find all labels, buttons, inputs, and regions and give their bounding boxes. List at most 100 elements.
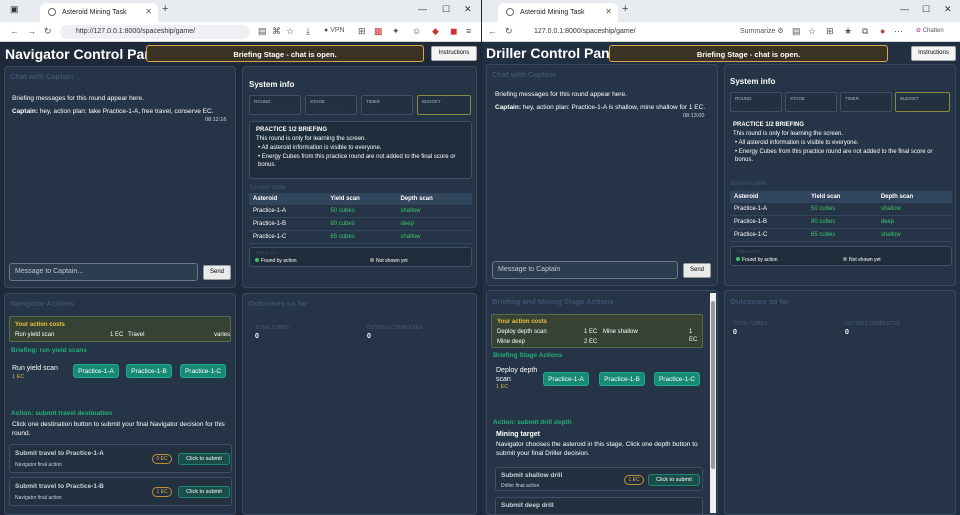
download-icon[interactable]: ⤓ — [306, 26, 310, 37]
depth-practice-1-b-button[interactable]: Practice-1-B — [599, 372, 645, 386]
page-title: Navigator Control Panel — [5, 46, 165, 62]
address-bar[interactable]: 127.0.0.1:8000/spaceship/game/ — [518, 25, 716, 39]
new-tab-icon[interactable]: + — [162, 3, 168, 15]
tab-title: Asteroid Mining Task — [62, 9, 127, 16]
submit-shallow-button[interactable]: Click to submit — [648, 474, 700, 486]
submit-travel-b[interactable]: Submit travel to Practice-1-B Navigator … — [9, 477, 232, 506]
send-button[interactable]: Send — [203, 265, 231, 280]
chat-input[interactable]: Message to Captain — [492, 261, 678, 279]
minimize-icon[interactable]: — — [418, 4, 427, 14]
scan-practice-1-b-button[interactable]: Practice-1-B — [126, 364, 172, 378]
page-header: Navigator Control Panel Briefing Stage -… — [0, 42, 481, 66]
bookmark-icon[interactable]: ☆ — [808, 26, 816, 37]
run-yield-label: Run yield scan — [12, 365, 58, 372]
col-yield: Yield scan — [326, 193, 397, 205]
addon2-icon[interactable]: ◼ — [450, 26, 457, 37]
instructions-button[interactable]: Instructions — [911, 46, 956, 61]
back-icon[interactable]: ← — [10, 26, 19, 36]
back-icon[interactable]: ← — [488, 26, 497, 36]
submit-shallow[interactable]: Submit shallow drill Driller final actio… — [495, 467, 703, 491]
scrollbar-thumb[interactable] — [711, 301, 715, 469]
maximize-icon[interactable]: ☐ — [922, 4, 930, 15]
summarize-button[interactable]: Summarize ⚙ — [740, 27, 784, 35]
stage-label: STAGE — [790, 96, 805, 101]
instructions-button[interactable]: Instructions — [431, 46, 477, 61]
scan-practice-1-c-button[interactable]: Practice-1-C — [180, 364, 226, 378]
close-tab-icon[interactable]: ✕ — [145, 7, 152, 16]
nav-bar: ← → ↻ http://127.0.0.1:8000/spaceship/ga… — [0, 22, 481, 42]
tab-bar: Asteroid Mining Task ✕ + — ☐ ✕ — [482, 0, 960, 22]
briefing-title: PRACTICE 1/2 BRIEFING — [256, 127, 328, 133]
translate-icon[interactable]: ⌘ — [272, 26, 281, 37]
tab-menu-icon[interactable]: ▣ — [10, 4, 19, 15]
close-tab-icon[interactable]: ✕ — [605, 7, 612, 16]
collections-icon[interactable]: ⧉ — [862, 26, 868, 37]
chat-title: Chat with Captain — [10, 72, 74, 81]
extensions-icon[interactable]: ⊞ — [358, 26, 366, 37]
budget-value: 4 EC — [900, 103, 915, 110]
chat-intro: Briefing messages for this round appear … — [12, 95, 144, 102]
submit-a-button[interactable]: Click to submit — [178, 453, 230, 465]
reload-icon[interactable]: ↻ — [44, 26, 52, 37]
scan-practice-1-a-button[interactable]: Practice-1-A — [73, 364, 119, 378]
timer-box: TIMER 54s — [840, 92, 892, 112]
submit-b-button[interactable]: Click to submit — [178, 486, 230, 498]
maximize-icon[interactable]: ☐ — [442, 4, 450, 15]
nav-bar: ← ↻ 127.0.0.1:8000/spaceship/game/ Summa… — [482, 22, 960, 42]
favorites-icon[interactable]: ★ — [844, 26, 852, 37]
shield-icon[interactable]: ◆ — [432, 26, 439, 37]
browser-tab[interactable]: Asteroid Mining Task ✕ — [498, 3, 618, 22]
cell: Practice-1-A — [730, 203, 808, 216]
reader-icon[interactable]: ▤ — [792, 26, 801, 37]
copilot-button[interactable]: ✿ Chatten — [916, 27, 944, 34]
costs-title: Your action costs — [15, 322, 65, 328]
new-tab-icon[interactable]: + — [622, 3, 628, 15]
submit-travel-a[interactable]: Submit travel to Practice-1-A Navigator … — [9, 444, 232, 473]
submit-deep[interactable]: Submit deep drill — [495, 497, 703, 514]
depth-practice-1-a-button[interactable]: Practice-1-A — [543, 372, 589, 386]
outings-label: OUTINGS COMPLETED — [367, 325, 423, 331]
forward-icon[interactable]: → — [27, 26, 36, 36]
table-key-title: TABLE KEY — [255, 250, 280, 255]
budget-box: BUDGET 4 EC — [417, 95, 471, 115]
actions-panel: Briefing and Mining Stage Actions Your a… — [486, 290, 718, 515]
chat-input[interactable]: Message to Captain... — [9, 263, 198, 281]
browser-tab[interactable]: Asteroid Mining Task ✕ — [40, 3, 158, 22]
chat-panel: Chat with Captain Briefing messages for … — [486, 64, 718, 286]
drill-desc: Navigator chooses the asteroid in this s… — [496, 441, 698, 457]
timer-label: TIMER — [845, 96, 859, 101]
more-icon[interactable]: ⋯ — [894, 26, 903, 37]
not-shown-dot-icon — [843, 257, 847, 261]
actions-scrollbar[interactable] — [710, 293, 716, 513]
close-window-icon[interactable]: ✕ — [944, 4, 952, 15]
addon-icon[interactable]: ▩ — [374, 26, 383, 37]
avatar[interactable]: ● — [880, 26, 885, 36]
table-key-title: TABLE KEY — [736, 249, 761, 254]
address-bar[interactable]: http://127.0.0.1:8000/spaceship/game/ — [60, 25, 250, 39]
depth-practice-1-c-button[interactable]: Practice-1-C — [654, 372, 700, 386]
cell: 65 cubes — [807, 228, 877, 242]
reader-icon[interactable]: ▤ — [258, 26, 267, 37]
send-button[interactable]: Send — [683, 263, 711, 278]
bookmark-icon[interactable]: ☆ — [286, 26, 294, 37]
close-window-icon[interactable]: ✕ — [464, 4, 472, 15]
vpn-button[interactable]: ● VPN — [324, 27, 345, 34]
profile-icon[interactable]: ☺ — [412, 26, 421, 36]
reload-icon[interactable]: ↻ — [505, 26, 513, 37]
puzzle-icon[interactable]: ✦ — [392, 26, 400, 37]
cost-value: 1 EC — [110, 332, 124, 338]
menu-icon[interactable]: ≡ — [466, 26, 471, 36]
stage-box: STAGE Briefing — [785, 92, 837, 112]
page-header: Driller Control Panel Briefing Stage - c… — [482, 42, 960, 66]
minimize-icon[interactable]: — — [900, 4, 909, 14]
submit-b-cost: 1 EC — [152, 487, 172, 497]
cell: 65 cubes — [326, 230, 397, 244]
deploy-label: Deploy depth scan — [496, 367, 538, 384]
briefing-bullet-1: • All asteroid information is visible to… — [735, 140, 859, 146]
deploy-cost: 1 EC — [496, 384, 509, 390]
timer-value: 34s — [366, 106, 377, 113]
cell: shallow — [876, 203, 952, 216]
stage-value: Briefing — [790, 103, 819, 110]
cell: Practice-1-A — [249, 205, 327, 218]
extensions-icon[interactable]: ⊞ — [826, 26, 834, 37]
